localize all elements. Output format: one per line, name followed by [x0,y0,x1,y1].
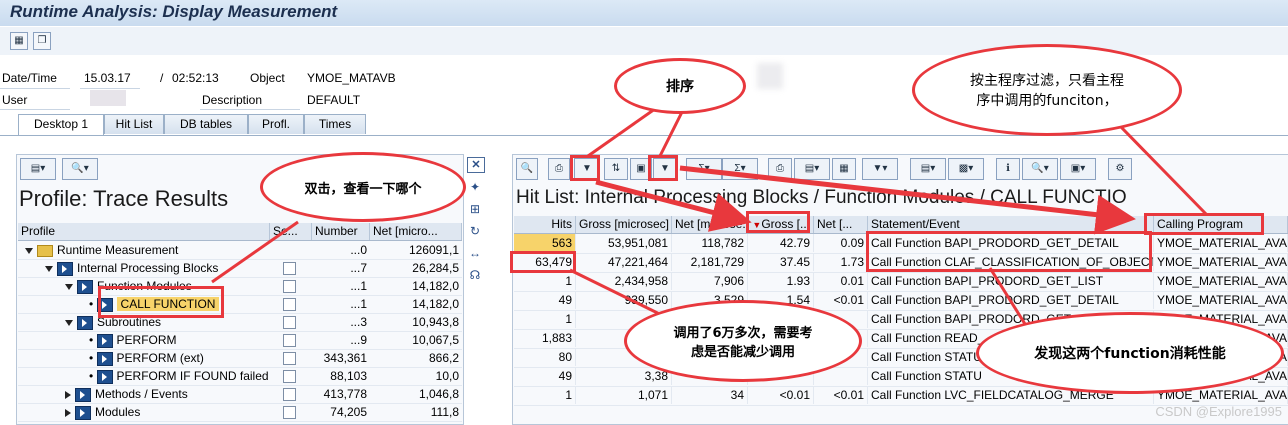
highlight-hits-value [510,251,576,273]
filter-callout-tail [1118,124,1208,216]
callout-sort: 排序 [614,58,746,114]
highlight-top-functions [866,231,1152,272]
highlight-filter-button [648,155,678,181]
sort-callout-tail-left [587,102,663,158]
watermark: CSDN @Explore1995 [1155,404,1282,419]
dblclick-callout-tail [211,220,299,284]
highlight-call-function [98,286,224,318]
arrow-to-gross-column [595,179,752,232]
highlight-sort-button [570,155,600,181]
callout-double-click: 双击，查看一下哪个 [260,152,466,222]
highlight-calling-program [1144,213,1264,235]
callout-call-count: 调用了6万多次，需要考虑是否能减少调用 [624,300,862,382]
callout-performance: 发现这两个function消耗性能 [976,312,1284,394]
highlight-gross-column [746,211,810,233]
callout-filter: 按主程序过滤，只看主程序中调用的funciton， [912,44,1182,136]
